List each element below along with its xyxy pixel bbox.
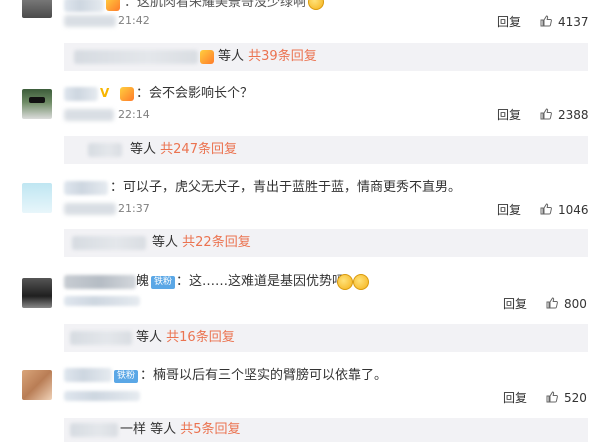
badge-icon — [120, 87, 134, 101]
username[interactable] — [64, 368, 112, 382]
username-tail[interactable]: 魄 — [136, 274, 149, 290]
vip-v-icon: V — [100, 86, 110, 100]
reply-count-link[interactable]: 共22条回复 — [182, 235, 251, 250]
fan-badge: 铁粉 — [151, 276, 176, 289]
reply-count-link[interactable]: 共247条回复 — [160, 142, 237, 157]
sub-replies[interactable]: 一样 等人 共5条回复 — [64, 418, 588, 442]
comment-text: ：可以子，虎父无犬子，青出于蓝胜于蓝，情商更秀不直男。 — [110, 180, 462, 195]
reply-count-link[interactable]: 共39条回复 — [248, 49, 317, 64]
avatar[interactable] — [22, 370, 52, 400]
username[interactable] — [64, 87, 98, 101]
like-button[interactable]: 2388 — [540, 108, 589, 122]
comment-text: ：会不会影响长个？ — [136, 86, 254, 101]
laughing-emoji-icon — [337, 274, 353, 290]
thumbs-up-icon — [540, 15, 552, 27]
sub-reply-summary[interactable]: 等人 共16条回复 — [136, 330, 235, 346]
like-count: 520 — [564, 391, 587, 405]
sub-replies[interactable]: 等人 共39条回复 — [64, 43, 588, 71]
date-blur — [64, 15, 116, 27]
fan-badge: 铁粉 — [114, 370, 139, 383]
comment-time: 21:42 — [118, 14, 150, 27]
comment-text: ：这……这难道是基因优势吗 — [176, 274, 346, 289]
like-count: 1046 — [558, 203, 589, 217]
sub-reply-summary[interactable]: 等人 共247条回复 — [130, 142, 237, 158]
replier-names — [74, 50, 198, 64]
sub-reply-summary[interactable]: 等人 共22条回复 — [152, 235, 251, 251]
reply-count-link[interactable]: 共16条回复 — [166, 330, 235, 345]
comment-text: ：楠哥以后有三个坚实的臂膀可以依靠了。 — [140, 368, 388, 383]
thumbs-up-icon — [540, 108, 552, 120]
sub-reply-summary[interactable]: 等人 共39条回复 — [218, 49, 317, 65]
avatar[interactable] — [22, 0, 52, 18]
comment-time: 22:14 — [118, 108, 150, 121]
comment-text: ：这肌肉看荣耀美景哥没少绿啊 — [124, 0, 307, 10]
reply-button[interactable]: 回复 — [497, 203, 521, 217]
replier-names — [70, 423, 118, 437]
like-button[interactable]: 520 — [546, 391, 587, 405]
avatar[interactable] — [22, 278, 52, 308]
thumbs-up-icon — [546, 391, 558, 403]
badge-icon — [106, 0, 120, 11]
like-count: 800 — [564, 297, 587, 311]
sub-replies[interactable]: 等人 共16条回复 — [64, 324, 588, 352]
laughing-emoji-icon — [353, 274, 369, 290]
reply-button[interactable]: 回复 — [503, 297, 527, 311]
thumbs-up-icon — [540, 203, 552, 215]
replier-names — [72, 236, 146, 250]
username[interactable] — [64, 181, 108, 195]
reply-button[interactable]: 回复 — [503, 391, 527, 405]
badge-icon — [200, 50, 214, 64]
replier-names — [70, 331, 132, 345]
replier-names — [88, 143, 122, 157]
thumbs-up-icon — [546, 297, 558, 309]
reply-button[interactable]: 回复 — [497, 15, 521, 29]
like-count: 4137 — [558, 15, 589, 29]
date-blur — [64, 203, 116, 215]
avatar[interactable] — [22, 89, 52, 119]
like-count: 2388 — [558, 108, 589, 122]
date-blur — [64, 109, 114, 121]
comment-time: 21:37 — [118, 202, 150, 215]
sub-replies[interactable]: 等人 共247条回复 — [64, 136, 588, 164]
date-blur — [64, 296, 140, 306]
like-button[interactable]: 1046 — [540, 203, 589, 217]
reply-button[interactable]: 回复 — [497, 108, 521, 122]
date-blur — [64, 391, 140, 401]
avatar[interactable] — [22, 183, 52, 213]
laughing-emoji-icon — [308, 0, 324, 10]
reply-count-link[interactable]: 共5条回复 — [180, 422, 240, 437]
username[interactable] — [64, 0, 104, 12]
username[interactable] — [64, 275, 136, 289]
sub-replies[interactable]: 等人 共22条回复 — [64, 229, 588, 257]
like-button[interactable]: 800 — [546, 297, 587, 311]
like-button[interactable]: 4137 — [540, 15, 589, 29]
sub-reply-summary[interactable]: 一样 等人 共5条回复 — [120, 422, 241, 438]
